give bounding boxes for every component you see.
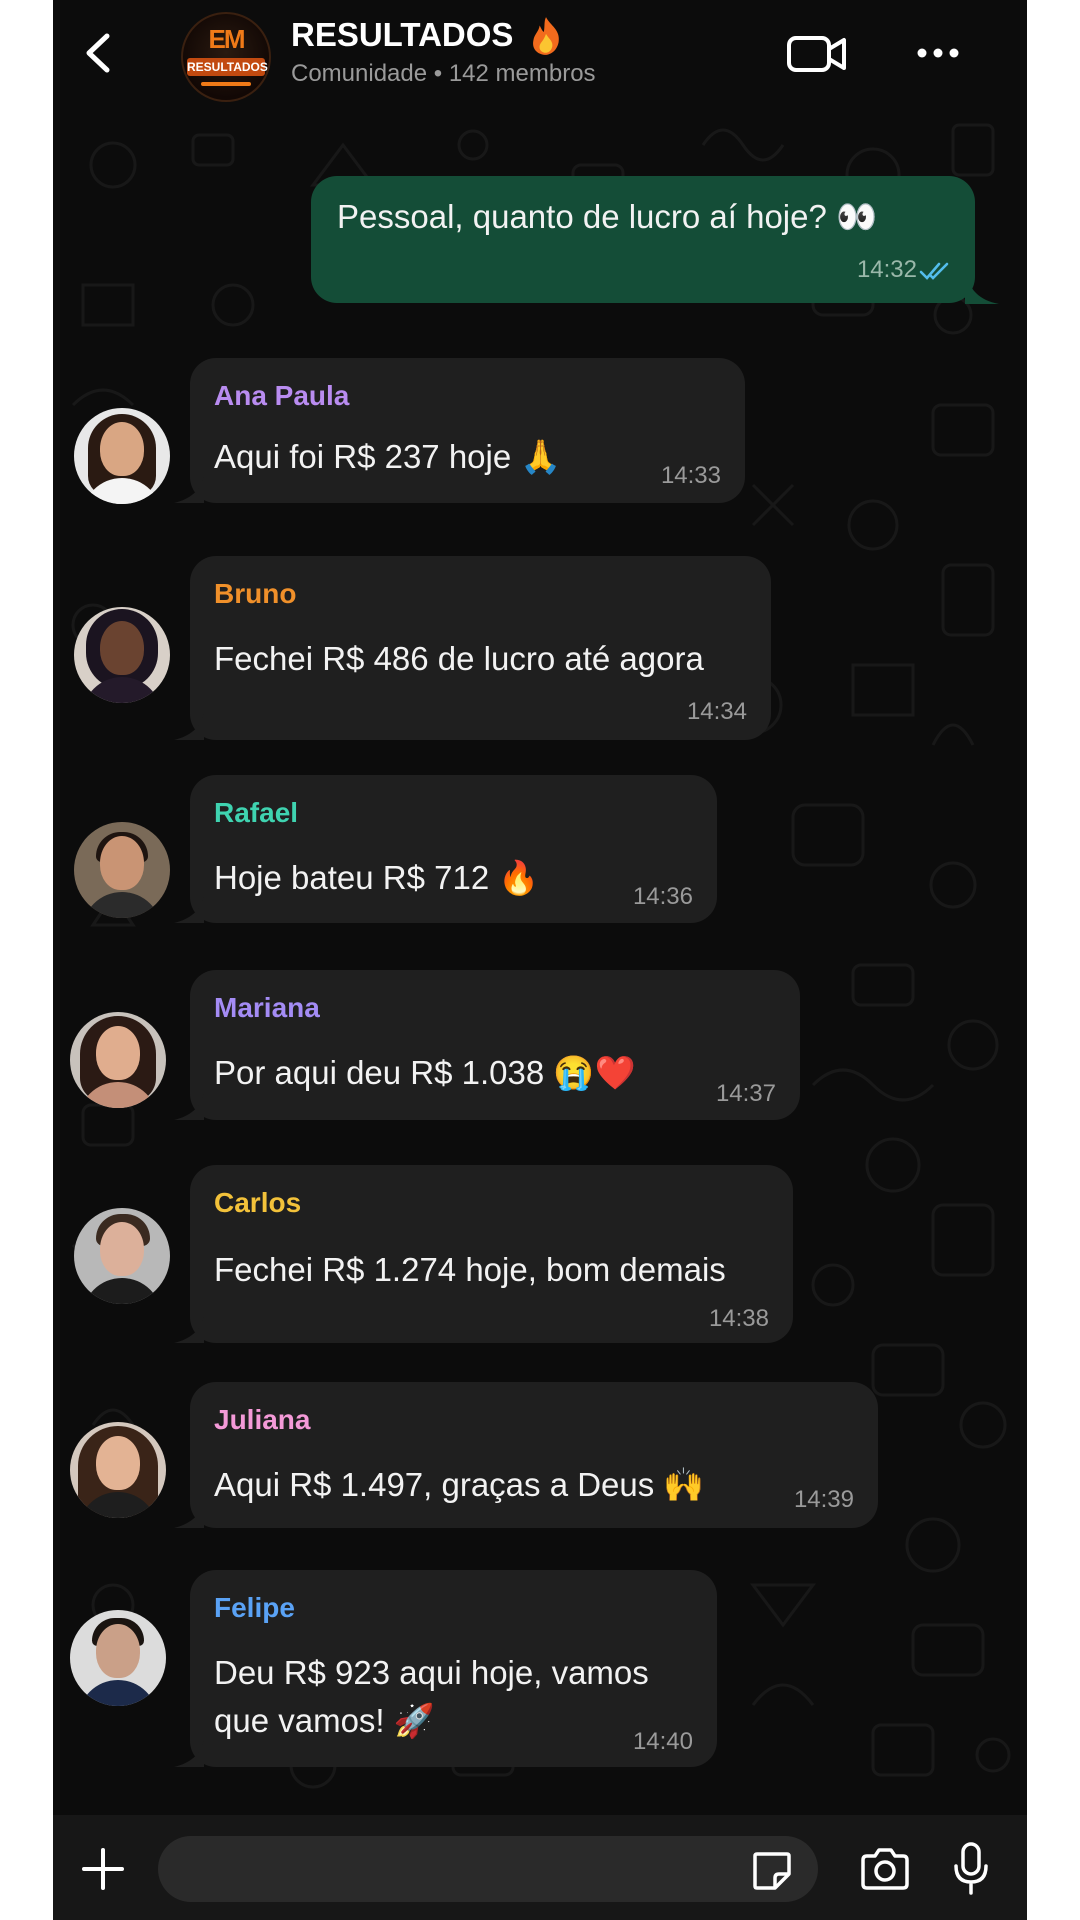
chat-screen: EM RESULTADOS RESULTADOS Comunidade • 14… bbox=[53, 0, 1027, 1920]
sender-name: Ana Paula bbox=[214, 380, 350, 411]
message-time: 14:37 bbox=[715, 1080, 776, 1107]
message-time: 14:33 bbox=[660, 462, 721, 489]
avatar-logo-text: EM bbox=[208, 24, 246, 54]
message-text-line-2: que vamos! 🚀 bbox=[214, 1702, 435, 1739]
plus-icon[interactable] bbox=[81, 1847, 125, 1891]
avatar-felipe[interactable] bbox=[70, 1610, 166, 1706]
message-text: Fechei R$ 1.274 hoje, bom demais bbox=[214, 1251, 726, 1288]
sticker-icon[interactable] bbox=[751, 1850, 793, 1892]
bubble-tail bbox=[174, 714, 204, 740]
sender-name: Bruno bbox=[214, 578, 297, 609]
more-options-icon[interactable] bbox=[915, 43, 961, 63]
message-mariana[interactable]: Mariana Por aqui deu R$ 1.038 😭❤️ 14:37 bbox=[174, 970, 800, 1120]
message-text: Aqui foi R$ 237 hoje 🙏 bbox=[214, 438, 562, 475]
bubble-tail bbox=[174, 1094, 204, 1120]
outgoing-message[interactable]: Pessoal, quanto de lucro aí hoje? 👀 14:3… bbox=[311, 176, 975, 303]
group-title[interactable]: RESULTADOS bbox=[291, 16, 513, 54]
sender-name: Juliana bbox=[214, 1404, 311, 1435]
message-text: Pessoal, quanto de lucro aí hoje? 👀 bbox=[337, 198, 878, 235]
bubble-tail bbox=[174, 477, 204, 503]
message-text: Aqui R$ 1.497, graças a Deus 🙌 bbox=[214, 1466, 705, 1503]
message-text-line-1: Deu R$ 923 aqui hoje, vamos bbox=[214, 1654, 649, 1691]
avatar-juliana[interactable] bbox=[70, 1422, 166, 1518]
composer-bar bbox=[53, 1815, 1027, 1920]
bubble-tail bbox=[174, 1741, 204, 1767]
sender-name: Carlos bbox=[214, 1187, 302, 1218]
microphone-icon[interactable] bbox=[953, 1842, 989, 1896]
message-input[interactable] bbox=[158, 1836, 818, 1902]
message-carlos[interactable]: Carlos Fechei R$ 1.274 hoje, bom demais … bbox=[174, 1165, 793, 1343]
message-text: Por aqui deu R$ 1.038 😭❤️ bbox=[214, 1054, 636, 1091]
avatar-logo-bar bbox=[201, 82, 251, 86]
avatar-logo-label: RESULTADOS bbox=[187, 58, 268, 76]
chat-header: EM RESULTADOS RESULTADOS Comunidade • 14… bbox=[53, 0, 1027, 105]
fire-icon bbox=[533, 17, 559, 55]
message-juliana[interactable]: Juliana Aqui R$ 1.497, graças a Deus 🙌 1… bbox=[174, 1382, 878, 1528]
avatar-carlos[interactable] bbox=[74, 1208, 170, 1304]
double-check-icon bbox=[919, 262, 949, 280]
avatar-ana-paula[interactable] bbox=[74, 408, 170, 504]
video-call-icon[interactable] bbox=[786, 32, 848, 76]
message-time: 14:38 bbox=[708, 1305, 769, 1332]
avatar-bruno[interactable] bbox=[74, 607, 170, 703]
sender-name: Rafael bbox=[214, 797, 299, 828]
message-time: 14:39 bbox=[793, 1486, 854, 1513]
message-rafael[interactable]: Rafael Hoje bateu R$ 712 🔥 14:36 bbox=[174, 775, 717, 923]
message-text: Hoje bateu R$ 712 🔥 bbox=[214, 859, 540, 896]
group-avatar[interactable]: EM RESULTADOS bbox=[181, 12, 271, 102]
group-subtitle: Comunidade • 142 membros bbox=[291, 60, 596, 87]
sender-name: Felipe bbox=[214, 1592, 295, 1623]
message-ana-paula[interactable]: Ana Paula Aqui foi R$ 237 hoje 🙏 14:33 bbox=[174, 358, 745, 503]
camera-icon[interactable] bbox=[859, 1848, 911, 1890]
message-time: 14:32 bbox=[856, 256, 917, 283]
message-time: 14:40 bbox=[632, 1728, 693, 1755]
back-arrow-icon[interactable] bbox=[75, 28, 125, 78]
bubble-tail bbox=[174, 1502, 204, 1528]
message-time: 14:36 bbox=[632, 883, 693, 910]
bubble-tail bbox=[965, 270, 999, 304]
message-time: 14:34 bbox=[686, 698, 747, 725]
avatar-mariana[interactable] bbox=[70, 1012, 166, 1108]
message-text: Fechei R$ 486 de lucro até agora bbox=[214, 640, 704, 677]
bubble-tail bbox=[174, 897, 204, 923]
avatar-rafael[interactable] bbox=[74, 822, 170, 918]
bubble-tail bbox=[174, 1317, 204, 1343]
sender-name: Mariana bbox=[214, 992, 320, 1023]
message-felipe[interactable]: Felipe Deu R$ 923 aqui hoje, vamos que v… bbox=[174, 1570, 717, 1767]
message-bruno[interactable]: Bruno Fechei R$ 486 de lucro até agora 1… bbox=[174, 556, 771, 740]
